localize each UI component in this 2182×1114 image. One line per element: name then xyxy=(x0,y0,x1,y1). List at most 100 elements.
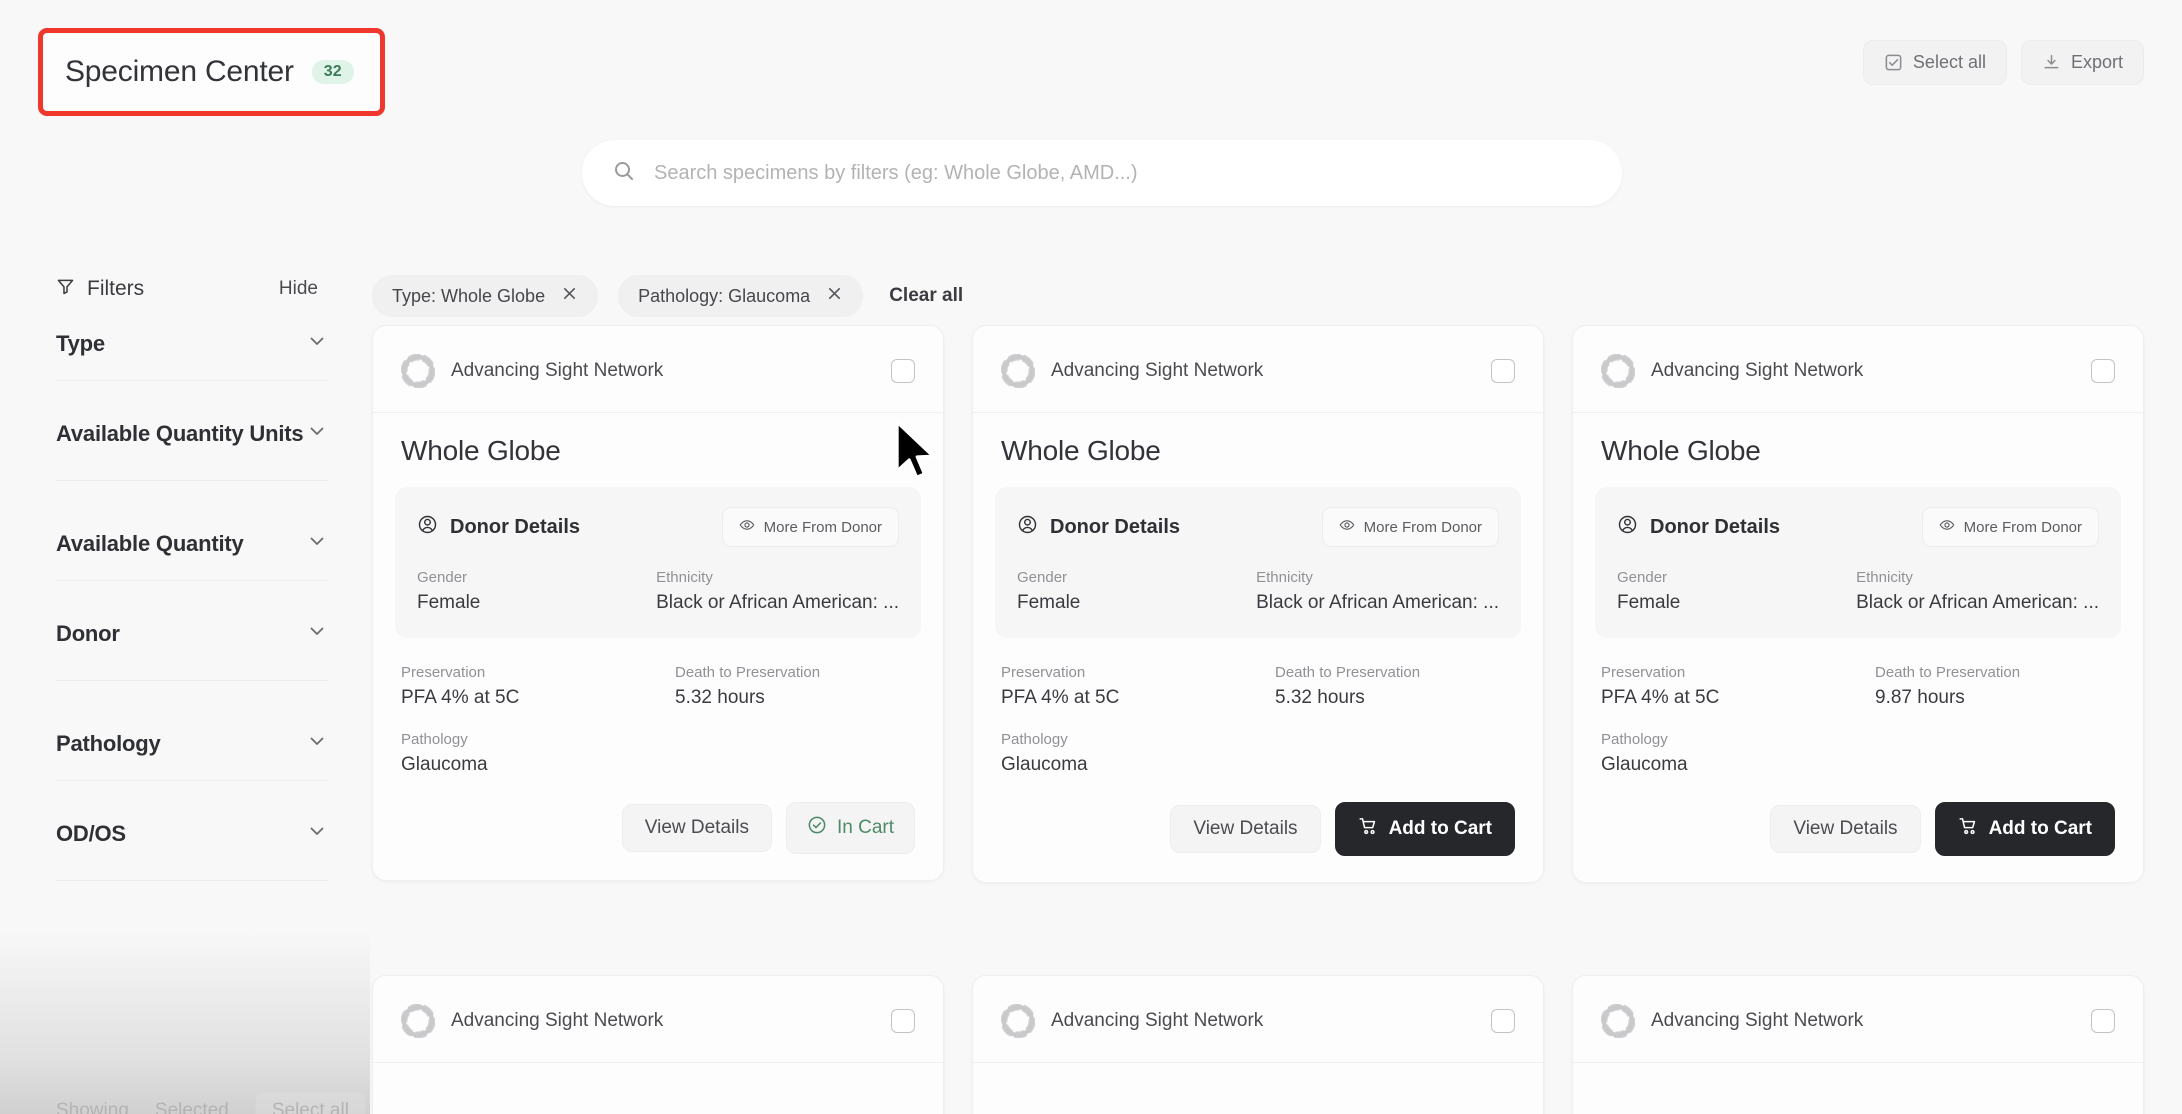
person-icon xyxy=(1617,514,1638,541)
search-input[interactable] xyxy=(654,161,1592,185)
facet-divider xyxy=(56,880,328,881)
preservation-label: Preservation xyxy=(401,664,486,681)
organization: Advancing Sight Network xyxy=(1600,353,1863,389)
filter-facet-pathology[interactable]: Pathology xyxy=(56,730,328,757)
specimen-meta-grid: Preservation PFA 4% at 5C Death to Prese… xyxy=(373,638,943,709)
death-to-preservation-value: 5.32 hours xyxy=(675,687,765,708)
more-from-donor-button[interactable]: More From Donor xyxy=(721,507,899,547)
card-select-checkbox[interactable] xyxy=(1491,359,1515,383)
organization-name: Advancing Sight Network xyxy=(1651,1010,1864,1031)
ethnicity-label: Ethnicity xyxy=(1856,569,1913,586)
ethnicity-label: Ethnicity xyxy=(656,569,713,586)
shopping-cart-icon xyxy=(1358,816,1378,842)
in-cart-label: In Cart xyxy=(836,817,894,838)
search-bar[interactable] xyxy=(582,140,1622,206)
filters-label: Filters xyxy=(87,277,145,300)
filter-facet-type[interactable]: Type xyxy=(56,330,328,357)
donor-field-grid: Gender Female Ethnicity Black or African… xyxy=(1617,569,2099,614)
filters-header: Filters Hide xyxy=(56,277,318,301)
bottom-bar-select-all-button[interactable]: Select all xyxy=(254,1092,366,1114)
facet-divider xyxy=(56,480,328,481)
facet-label: Type xyxy=(56,330,105,356)
view-details-button[interactable]: View Details xyxy=(621,804,772,852)
death-to-preservation-label: Death to Preservation xyxy=(675,664,821,681)
filter-chip[interactable]: Type: Whole Globe xyxy=(372,275,599,317)
chevron-down-icon[interactable] xyxy=(306,420,328,447)
more-from-donor-button[interactable]: More From Donor xyxy=(1921,507,2099,547)
specimen-card[interactable]: Advancing Sight Network Whole Globe Dono… xyxy=(372,325,944,881)
pathology-label: Pathology xyxy=(401,731,468,748)
ethnicity-value: Black or African American: ... xyxy=(1256,592,1499,613)
specimen-card[interactable]: Advancing Sight Network xyxy=(972,975,1544,1114)
preservation-label: Preservation xyxy=(1001,664,1086,681)
card-select-checkbox[interactable] xyxy=(891,359,915,383)
add-to-cart-button[interactable]: Add to Cart xyxy=(1334,802,1515,856)
card-header: Advancing Sight Network xyxy=(973,976,1543,1039)
death-to-preservation-label: Death to Preservation xyxy=(1275,664,1421,681)
select-all-button[interactable]: Select all xyxy=(1862,40,2007,85)
more-from-donor-button[interactable]: More From Donor xyxy=(1321,507,1499,547)
gender-value: Female xyxy=(1017,592,1081,613)
gender-value: Female xyxy=(417,592,481,613)
facet-divider xyxy=(56,780,328,781)
add-to-cart-label: Add to Cart xyxy=(1388,818,1492,839)
facet-label: Available Quantity Units xyxy=(56,420,304,446)
filter-facet-available-quantity-units[interactable]: Available Quantity Units xyxy=(56,420,328,447)
view-details-button[interactable]: View Details xyxy=(1170,805,1321,853)
pathology-grid: Pathology Glaucoma xyxy=(373,709,943,776)
chevron-down-icon[interactable] xyxy=(306,820,328,847)
person-icon xyxy=(1017,514,1038,541)
close-icon[interactable] xyxy=(561,285,578,307)
card-select-checkbox[interactable] xyxy=(1491,1009,1515,1033)
card-divider xyxy=(373,1062,943,1063)
death-to-preservation-value: 9.87 hours xyxy=(1875,687,1965,708)
specimen-card[interactable]: Advancing Sight Network Whole Globe Dono… xyxy=(1572,325,2144,883)
close-icon[interactable] xyxy=(826,285,843,307)
death-to-preservation-value: 5.32 hours xyxy=(1275,687,1365,708)
filter-facet-available-quantity[interactable]: Available Quantity xyxy=(56,530,328,557)
export-button[interactable]: Export xyxy=(2020,40,2144,85)
card-select-checkbox[interactable] xyxy=(2091,359,2115,383)
specimen-meta-grid: Preservation PFA 4% at 5C Death to Prese… xyxy=(973,638,1543,709)
pathology-label: Pathology xyxy=(1601,731,1668,748)
specimen-card[interactable]: Advancing Sight Network xyxy=(1572,975,2144,1114)
organization-logo-icon xyxy=(1000,353,1036,389)
specimen-card[interactable]: Advancing Sight Network xyxy=(372,975,944,1114)
in-cart-button[interactable]: In Cart xyxy=(785,802,915,854)
page-title-annotated: Specimen Center 32 xyxy=(38,28,385,116)
filter-chip[interactable]: Pathology: Glaucoma xyxy=(618,275,864,317)
filter-facet-donor[interactable]: Donor xyxy=(56,620,328,647)
preservation-field: Preservation PFA 4% at 5C xyxy=(401,664,641,709)
select-all-label: Select all xyxy=(1912,52,1986,72)
clear-all-filters-button[interactable]: Clear all xyxy=(889,285,963,307)
filter-facet-od-os[interactable]: OD/OS xyxy=(56,820,328,847)
gender-field: Gender Female xyxy=(417,569,622,614)
card-select-checkbox[interactable] xyxy=(891,1009,915,1033)
check-circle-icon xyxy=(807,815,827,841)
chevron-down-icon[interactable] xyxy=(306,330,328,357)
header-actions: Select all Export xyxy=(1862,40,2144,85)
chevron-down-icon[interactable] xyxy=(306,730,328,757)
add-to-cart-button[interactable]: Add to Cart xyxy=(1934,802,2115,856)
card-select-checkbox[interactable] xyxy=(2091,1009,2115,1033)
organization-name: Advancing Sight Network xyxy=(1051,360,1264,381)
ethnicity-label: Ethnicity xyxy=(1256,569,1313,586)
person-icon xyxy=(417,514,438,541)
bottom-bar-left-label: Showing xyxy=(56,1100,129,1114)
pathology-label: Pathology xyxy=(1001,731,1068,748)
donor-details-title: Donor Details xyxy=(1617,514,1780,541)
eye-icon xyxy=(1939,517,1955,537)
view-details-button[interactable]: View Details xyxy=(1770,805,1921,853)
organization-name: Advancing Sight Network xyxy=(451,360,664,381)
chevron-down-icon[interactable] xyxy=(306,620,328,647)
pathology-field: Pathology Glaucoma xyxy=(1001,731,1241,776)
organization: Advancing Sight Network xyxy=(1000,1003,1263,1039)
specimen-card[interactable]: Advancing Sight Network Whole Globe Dono… xyxy=(972,325,1544,883)
pathology-field: Pathology Glaucoma xyxy=(401,731,641,776)
donor-details-header: Donor Details More From Donor xyxy=(1617,507,2099,547)
hide-filters-button[interactable]: Hide xyxy=(279,278,318,300)
pathology-field: Pathology Glaucoma xyxy=(1601,731,1841,776)
donor-field-grid: Gender Female Ethnicity Black or African… xyxy=(1017,569,1499,614)
pathology-grid: Pathology Glaucoma xyxy=(973,709,1543,776)
chevron-down-icon[interactable] xyxy=(306,530,328,557)
